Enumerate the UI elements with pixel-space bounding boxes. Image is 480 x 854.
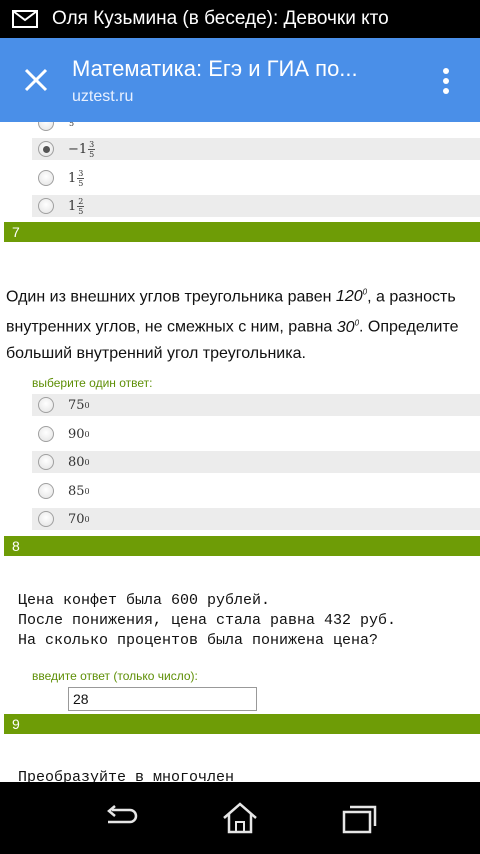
q6-option-2[interactable]: −1 3 5 — [32, 138, 480, 160]
q7-option-3[interactable]: 80 0 — [32, 451, 480, 473]
answer-input[interactable]: 28 — [68, 687, 257, 711]
radio-button[interactable] — [38, 198, 54, 214]
q7-option-4[interactable]: 85 0 — [32, 480, 480, 502]
question-line-2: После понижения, цена стала равна 432 ру… — [18, 612, 397, 629]
fraction: 2 5 — [77, 196, 85, 216]
navigation-bar — [0, 782, 480, 854]
q6-option-3[interactable]: 1 3 5 — [32, 167, 480, 189]
question-text: Один из внешних углов треугольника равен… — [6, 288, 459, 362]
answer-hint: введите ответ (только число): — [32, 669, 198, 683]
answer-hint: выберите один ответ: — [32, 376, 153, 390]
fraction: 5 — [69, 122, 74, 128]
q6-option-4[interactable]: 1 2 5 — [32, 195, 480, 217]
fraction: 3 5 — [88, 139, 96, 159]
fraction: 3 5 — [77, 168, 85, 188]
question-number-bar: 8 — [4, 536, 480, 556]
home-icon[interactable] — [220, 800, 260, 836]
mail-icon — [12, 10, 38, 28]
radio-button-selected[interactable] — [38, 141, 54, 157]
q7-option-2[interactable]: 90 0 — [32, 423, 480, 445]
q7-option-1[interactable]: 75 0 — [32, 394, 480, 416]
radio-button[interactable] — [38, 483, 54, 499]
notification-text: Оля Кузьмина (в беседе): Девочки кто — [52, 8, 389, 29]
radio-button[interactable] — [38, 454, 54, 470]
close-icon[interactable] — [20, 64, 52, 96]
q7-option-5[interactable]: 70 0 — [32, 508, 480, 530]
back-icon[interactable] — [100, 800, 140, 836]
web-content: 5 −1 3 5 1 3 5 1 2 5 7 Один из внешних у… — [0, 122, 480, 782]
page-title: Математика: Егэ и ГИА по... — [72, 56, 358, 81]
question-number-bar: 9 — [4, 714, 480, 734]
question-line-3: На сколько процентов была понижена цена? — [18, 632, 379, 649]
q6-option-1[interactable]: 5 — [32, 122, 480, 134]
more-vert-icon[interactable] — [436, 66, 456, 96]
radio-button[interactable] — [38, 122, 54, 131]
question-text: Преобразуйте в многочлен — [18, 769, 235, 782]
radio-button[interactable] — [38, 397, 54, 413]
custom-tab-toolbar: Математика: Егэ и ГИА по... uztest.ru — [0, 38, 480, 122]
page-url: uztest.ru — [72, 88, 134, 105]
recents-icon[interactable] — [340, 800, 380, 836]
radio-button[interactable] — [38, 511, 54, 527]
question-number-bar: 7 — [4, 222, 480, 242]
radio-button[interactable] — [38, 170, 54, 186]
question-line-1: Цена конфет была 600 рублей. — [18, 592, 271, 609]
status-bar: Оля Кузьмина (в беседе): Девочки кто — [0, 0, 480, 38]
radio-button[interactable] — [38, 426, 54, 442]
